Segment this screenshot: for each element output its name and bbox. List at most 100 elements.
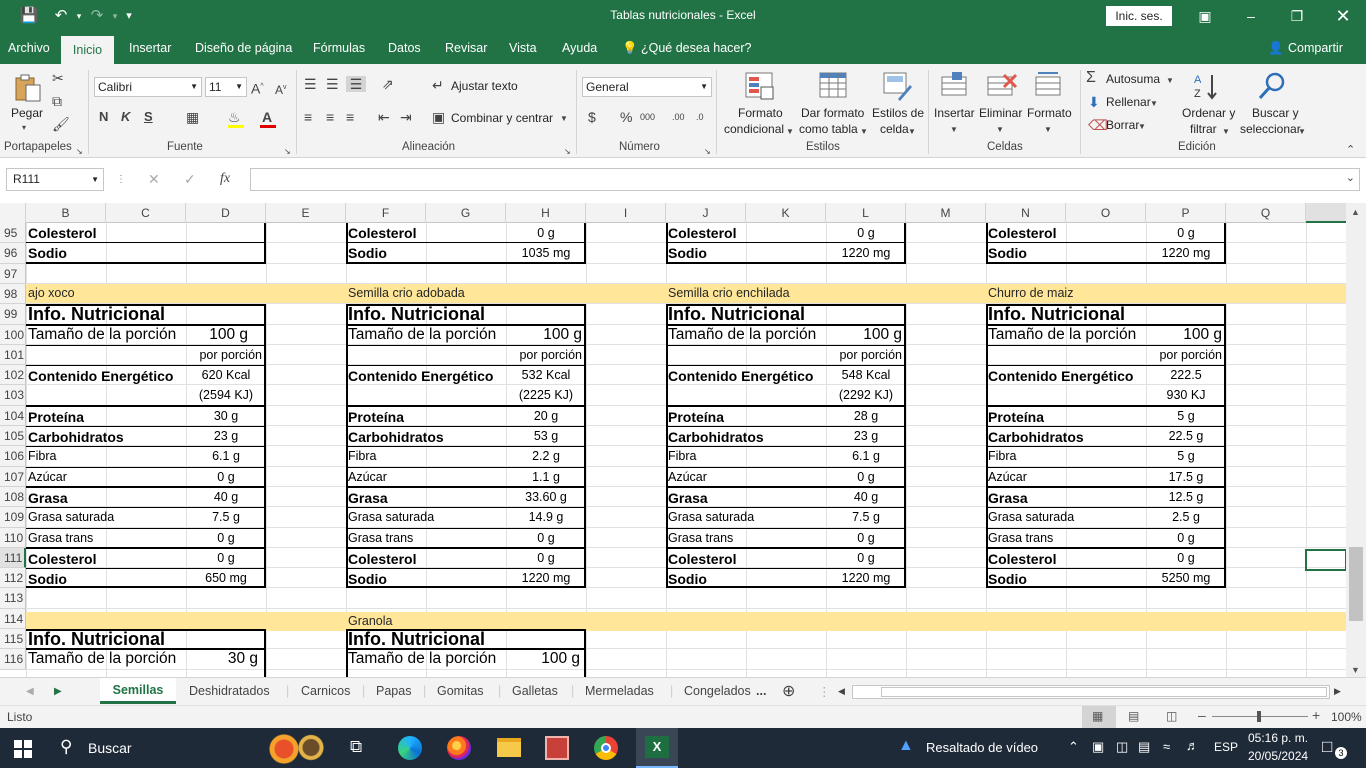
- tray-icon[interactable]: ◫: [1116, 739, 1128, 755]
- clear-button[interactable]: Borrar: [1106, 118, 1139, 132]
- worksheet-grid[interactable]: B C D E F G H I J K L M N O P Q 95 96 97 98…: [0, 203, 1346, 677]
- scroll-thumb[interactable]: [1349, 547, 1363, 621]
- cell-styles-icon[interactable]: [882, 71, 916, 103]
- row-header[interactable]: 99: [0, 304, 26, 325]
- normal-view-button[interactable]: ▦: [1082, 706, 1116, 728]
- column-header[interactable]: J: [666, 203, 746, 223]
- row-header[interactable]: 114: [0, 609, 26, 629]
- row-header[interactable]: 115: [0, 629, 26, 649]
- task-view-icon[interactable]: ⧉: [350, 737, 362, 757]
- currency-icon[interactable]: $: [588, 109, 596, 125]
- column-header[interactable]: Q: [1226, 203, 1306, 223]
- autosum-button[interactable]: Autosuma: [1106, 72, 1160, 86]
- row-header[interactable]: 105: [0, 426, 26, 446]
- sheet-tab[interactable]: Mermeladas: [585, 684, 654, 698]
- chevron-down-icon[interactable]: ▼: [1222, 124, 1230, 140]
- scroll-right-icon[interactable]: ▶: [54, 686, 62, 697]
- align-right-icon[interactable]: ≡: [346, 109, 354, 125]
- conditional-format-icon[interactable]: [744, 71, 778, 103]
- sort-label-2[interactable]: filtrar: [1190, 122, 1217, 136]
- scroll-down-icon[interactable]: ▼: [1351, 665, 1360, 675]
- eraser-icon[interactable]: ⌫: [1088, 117, 1108, 133]
- tab-formulas[interactable]: Fórmulas: [313, 41, 365, 55]
- scroll-left-icon[interactable]: ◀: [26, 686, 34, 697]
- conditional-format-label-1[interactable]: Formato: [738, 106, 783, 120]
- format-table-label-1[interactable]: Dar formato: [801, 106, 864, 120]
- align-left-icon[interactable]: ≡: [304, 109, 312, 125]
- chevron-down-icon[interactable]: ▼: [950, 122, 958, 138]
- cancel-icon[interactable]: ✕: [148, 171, 160, 187]
- orientation-icon[interactable]: ⇗: [382, 76, 394, 92]
- format-as-table-icon[interactable]: [818, 71, 852, 103]
- delete-cells-icon[interactable]: [986, 71, 1020, 103]
- page-break-icon[interactable]: ◫: [1166, 709, 1177, 723]
- clock-date[interactable]: 20/05/2024: [1248, 749, 1308, 763]
- sign-in-button[interactable]: Inic. ses.: [1106, 6, 1172, 26]
- column-header[interactable]: H: [506, 203, 586, 223]
- row-header[interactable]: 109: [0, 507, 26, 528]
- format-painter-icon[interactable]: 🖌: [52, 116, 70, 132]
- sheet-tab[interactable]: Deshidratados: [189, 684, 270, 698]
- chevron-down-icon[interactable]: ▼: [786, 124, 794, 140]
- tab-datos[interactable]: Datos: [388, 41, 421, 55]
- merge-center-button[interactable]: Combinar y centrar: [451, 111, 553, 125]
- paste-icon[interactable]: [12, 72, 46, 104]
- borders-icon[interactable]: ▦: [186, 109, 199, 125]
- chevron-down-icon[interactable]: ▼: [860, 124, 868, 140]
- fill-color-icon[interactable]: ♨: [228, 109, 241, 125]
- column-header[interactable]: G: [426, 203, 506, 223]
- zoom-slider-thumb[interactable]: [1257, 711, 1261, 722]
- hscroll-left-icon[interactable]: ◀: [838, 686, 845, 697]
- font-color-icon[interactable]: A: [262, 109, 272, 125]
- add-sheet-icon[interactable]: ⊕: [782, 681, 795, 701]
- more-sheets-button[interactable]: ...: [756, 684, 766, 698]
- excel-taskbar-button[interactable]: X: [636, 728, 678, 768]
- notification-icon[interactable]: □: [1322, 737, 1332, 757]
- row-header[interactable]: 116: [0, 649, 26, 670]
- page-layout-icon[interactable]: ▤: [1128, 709, 1139, 723]
- zoom-out-icon[interactable]: –: [1198, 707, 1206, 723]
- cell-styles-label-1[interactable]: Estilos de: [872, 106, 924, 120]
- chevron-down-icon[interactable]: ▼: [1138, 119, 1146, 135]
- taskbar-search[interactable]: Buscar: [88, 740, 132, 756]
- chevron-down-icon[interactable]: ▼: [996, 122, 1004, 138]
- hscroll-thumb[interactable]: [881, 687, 1327, 697]
- number-format-box[interactable]: General ▼: [582, 77, 712, 97]
- chrome-icon[interactable]: [594, 736, 618, 760]
- align-middle-icon[interactable]: ☰: [326, 76, 339, 92]
- tab-ayuda[interactable]: Ayuda: [562, 41, 597, 55]
- video-highlight-icon[interactable]: ▲: [898, 737, 914, 755]
- fill-down-icon[interactable]: ⬇: [1088, 94, 1100, 110]
- chevron-down-icon[interactable]: ▼: [1044, 122, 1052, 138]
- bold-icon[interactable]: N: [99, 109, 108, 125]
- sheet-tab[interactable]: Carnicos: [301, 684, 350, 698]
- format-table-label-2[interactable]: como tabla: [799, 122, 858, 136]
- zoom-level[interactable]: 100%: [1331, 710, 1362, 724]
- select-all-corner[interactable]: [0, 203, 26, 223]
- windows-start-icon[interactable]: [14, 740, 32, 761]
- tab-diseno[interactable]: Diseño de página: [195, 41, 292, 55]
- minimize-icon[interactable]: –: [1236, 4, 1266, 28]
- close-icon[interactable]: ✕: [1328, 4, 1358, 28]
- edge-icon[interactable]: [398, 736, 422, 760]
- conditional-format-label-2[interactable]: condicional: [724, 122, 784, 136]
- column-header[interactable]: B: [26, 203, 106, 223]
- column-header[interactable]: P: [1146, 203, 1226, 223]
- sheet-tab-semillas[interactable]: Semillas: [100, 678, 176, 704]
- chevron-down-icon[interactable]: ▼: [1166, 73, 1174, 89]
- increase-indent-icon[interactable]: ⇥: [400, 109, 412, 125]
- tab-vista[interactable]: Vista: [509, 41, 537, 55]
- column-header[interactable]: C: [106, 203, 186, 223]
- font-name-box[interactable]: Calibri ▼: [94, 77, 202, 97]
- underline-icon[interactable]: S: [144, 109, 153, 125]
- decrease-indent-icon[interactable]: ⇤: [378, 109, 390, 125]
- column-header[interactable]: N: [986, 203, 1066, 223]
- chevron-down-icon[interactable]: ▼: [1150, 96, 1158, 112]
- font-size-box[interactable]: 11 ▼: [205, 77, 247, 97]
- sheet-tab[interactable]: Galletas: [512, 684, 558, 698]
- increase-decimal-icon[interactable]: .00: [672, 109, 685, 125]
- chevron-down-icon[interactable]: ▼: [560, 111, 568, 127]
- search-icon[interactable]: [1256, 71, 1290, 103]
- paste-dropdown-icon[interactable]: ▾: [22, 120, 26, 136]
- firefox-icon[interactable]: [447, 736, 471, 760]
